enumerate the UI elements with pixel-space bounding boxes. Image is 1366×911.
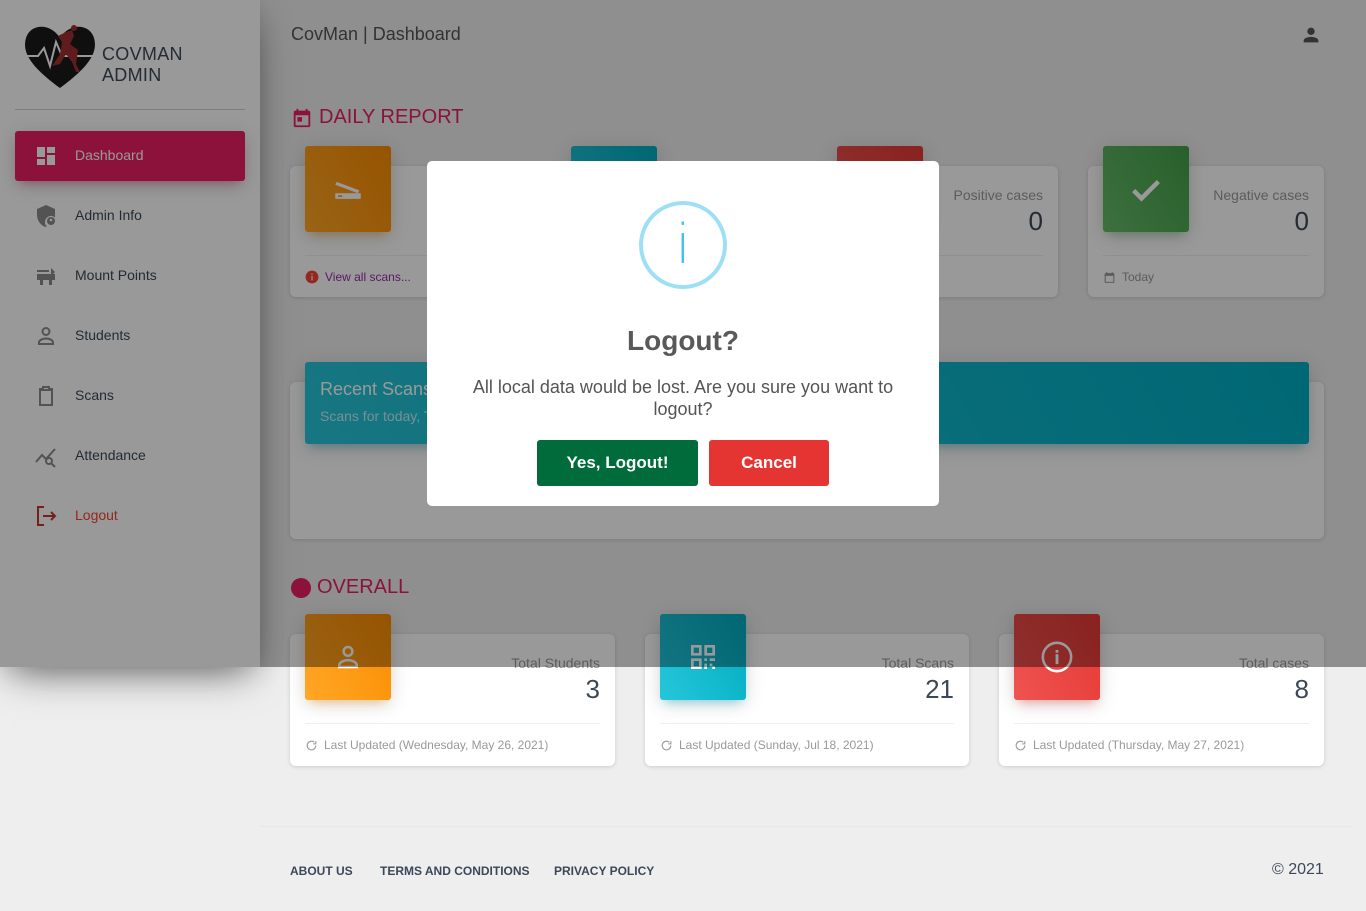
footer-about-us-link[interactable]: ABOUT US xyxy=(290,864,353,878)
confirm-logout-button[interactable]: Yes, Logout! xyxy=(537,440,698,486)
card-value: 8 xyxy=(1294,674,1309,704)
footer-terms-link[interactable]: TERMS AND CONDITIONS xyxy=(380,864,530,878)
footer-privacy-link[interactable]: PRIVACY POLICY xyxy=(554,864,654,878)
dialog-message: All local data would be lost. Are you su… xyxy=(472,377,894,419)
card-footer: Last Updated (Wednesday, May 26, 2021) xyxy=(305,723,600,752)
card-value: 21 xyxy=(925,674,954,704)
update-icon xyxy=(661,740,672,750)
update-icon xyxy=(1015,740,1026,750)
card-footer-text: Last Updated (Thursday, May 27, 2021) xyxy=(1033,738,1245,752)
footer: ABOUT US TERMS AND CONDITIONS PRIVACY PO… xyxy=(260,826,1351,911)
card-footer: Last Updated (Thursday, May 27, 2021) xyxy=(1014,723,1309,752)
copyright: © 2021 xyxy=(1272,861,1324,878)
card-footer: Last Updated (Sunday, Jul 18, 2021) xyxy=(660,723,954,752)
info-glyph: i xyxy=(675,213,691,276)
card-value: 3 xyxy=(585,674,600,704)
logout-dialog: i Logout? All local data would be lost. … xyxy=(427,161,939,506)
dialog-title: Logout? xyxy=(627,325,739,356)
info-circle-icon: i xyxy=(639,201,727,289)
cancel-button[interactable]: Cancel xyxy=(709,440,829,486)
card-footer-text: Last Updated (Sunday, Jul 18, 2021) xyxy=(679,738,874,752)
card-footer-text: Last Updated (Wednesday, May 26, 2021) xyxy=(324,738,549,752)
update-icon xyxy=(306,740,317,750)
